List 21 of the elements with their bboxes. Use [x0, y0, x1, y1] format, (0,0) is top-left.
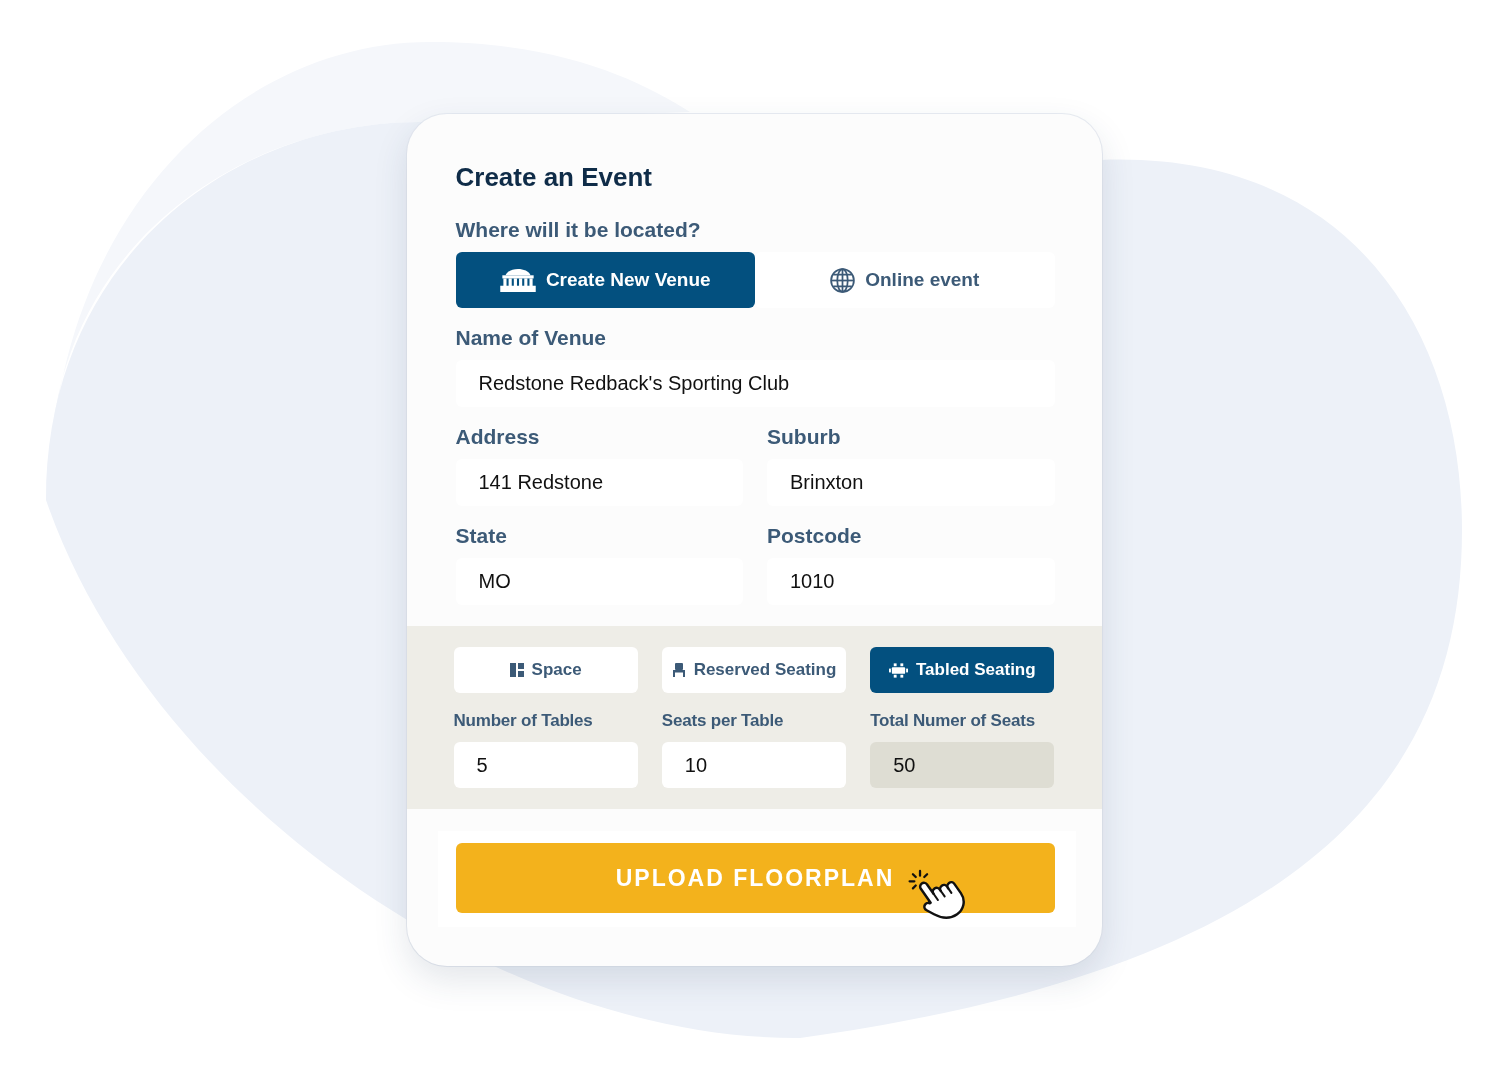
field-label: Address: [455, 424, 541, 450]
field-label: Number of Tables: [453, 710, 594, 732]
field-label: State: [455, 523, 508, 549]
field-label: Postcode: [767, 523, 863, 549]
table-icon: [889, 662, 908, 678]
field-label: Total Numer of Seats: [870, 710, 1036, 732]
form-title: Create an Event: [455, 161, 654, 193]
text-field[interactable]: 5: [453, 742, 638, 788]
layout-icon: [509, 663, 524, 677]
seating-type-tab[interactable]: Reserved Seating: [661, 647, 847, 693]
text-field[interactable]: 10: [661, 742, 847, 788]
seating-type-tab[interactable]: Space: [453, 647, 638, 693]
globe-icon: [830, 267, 856, 293]
field-label: Seats per Table: [661, 710, 785, 732]
seating-type-tab[interactable]: Tabled Seating: [870, 647, 1055, 693]
location-tab[interactable]: Create New Venue: [455, 252, 755, 308]
field-label: Name of Venue: [455, 325, 608, 351]
building-icon: [499, 268, 536, 292]
field-label: Suburb: [767, 424, 842, 450]
chair-icon: [671, 663, 686, 677]
section-question: Where will it be located?: [455, 217, 702, 243]
